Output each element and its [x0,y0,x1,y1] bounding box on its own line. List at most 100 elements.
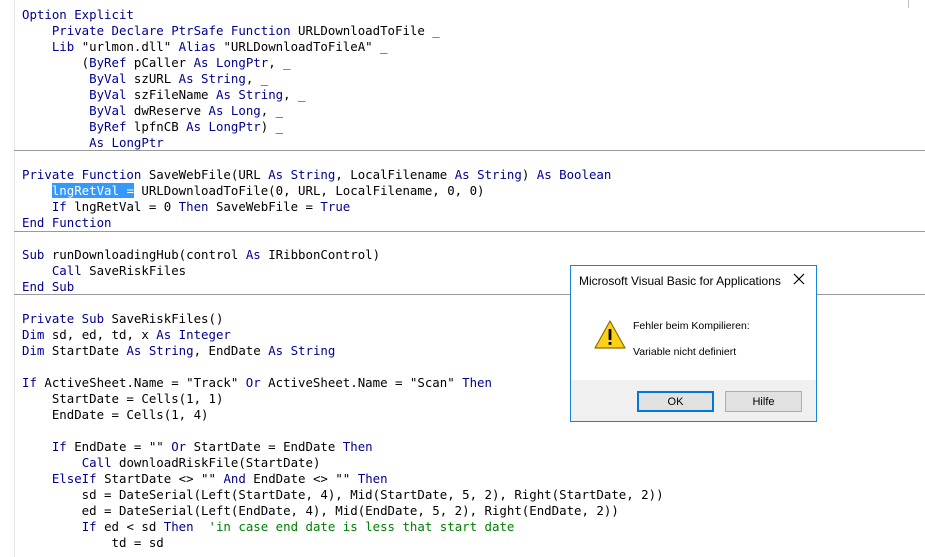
code-token: SaveRiskFiles [81,263,187,278]
code-keyword: ElseIf [51,471,97,486]
code-keyword: ByRef [89,55,127,70]
code-line[interactable]: If EndDate = "" Or StartDate = EndDate T… [22,439,373,455]
dialog-titlebar[interactable]: Microsoft Visual Basic for Applications [571,266,816,296]
code-token: ActiveSheet.Name = "Track" [36,375,246,390]
code-keyword: True [320,199,351,214]
code-line[interactable]: Private Function SaveWebFile(URL As Stri… [22,167,611,183]
error-heading: Fehler beim Kompilieren: [633,320,750,332]
code-line[interactable]: StartDate = Cells(1, 1) [22,391,224,407]
code-token: , _ [260,103,284,118]
code-token: EndDate = "" [66,439,172,454]
code-keyword: As Boolean [536,167,612,182]
code-line[interactable]: lngRetVal = URLDownloadToFile(0, URL, Lo… [22,183,485,199]
code-token: StartDate = EndDate [186,439,343,454]
code-token: ed = DateSerial(Left(EndDate, 4), Mid(En… [22,503,619,518]
code-keyword: Dim [22,327,45,342]
code-line[interactable]: If ActiveSheet.Name = "Track" Or ActiveS… [22,375,492,391]
code-token: StartDate <> "" [96,471,224,486]
code-keyword: Private Declare PtrSafe Function [51,23,291,38]
code-line[interactable]: Sub runDownloadingHub(control As IRibbon… [22,247,380,263]
code-token: runDownloadingHub(control [44,247,246,262]
code-line[interactable]: Lib "urlmon.dll" Alias "URLDownloadToFil… [22,39,388,55]
code-token: EndDate <> "" [245,471,358,486]
code-line[interactable]: End Sub [22,279,74,295]
code-keyword: As LongPtr [89,135,164,150]
code-keyword: ByRef [89,119,127,134]
code-token: "urlmon.dll" [74,39,179,54]
code-token: szURL [126,71,179,86]
error-dialog: Microsoft Visual Basic for Applications … [570,265,817,422]
code-token: ( [22,55,90,70]
code-line[interactable]: ByVal dwReserve As Long, _ [22,103,283,119]
code-keyword: Call [81,455,112,470]
code-line[interactable]: Private Sub SaveRiskFiles() [22,311,223,327]
warning-icon [593,319,627,353]
code-token: , LocalFilename [335,167,455,182]
error-message: Variable nicht definiert [633,346,737,358]
code-line[interactable]: td = sd [22,535,164,551]
code-line[interactable]: Private Declare PtrSafe Function URLDown… [22,23,440,39]
code-token: ed < sd [96,519,164,534]
code-keyword: If [51,439,67,454]
code-token: SaveRiskFiles() [104,311,224,326]
code-keyword: ByVal [89,103,127,118]
code-keyword: As String [268,167,336,182]
margin-indicator-bar[interactable] [0,0,15,557]
code-line[interactable]: ByVal szFileName As String, _ [22,87,305,103]
code-keyword: Option Explicit [22,7,134,22]
code-keyword: Or [171,439,187,454]
code-keyword: As String [215,87,284,102]
code-line[interactable]: Option Explicit [22,7,134,23]
code-keyword: Then [163,519,194,534]
code-keyword: As [245,247,261,262]
code-keyword: LongPtr [215,55,269,70]
code-line[interactable]: ByRef lpfnCB As LongPtr) _ [22,119,283,135]
code-line[interactable]: ed = DateSerial(Left(EndDate, 4), Mid(En… [22,503,619,519]
code-keyword: As Integer [156,327,231,342]
code-token: "URLDownloadToFileA" _ [215,39,388,54]
ok-button[interactable]: OK [637,391,714,412]
code-keyword: ByVal [89,71,127,86]
code-token: IRibbonControl) [260,247,381,262]
code-line[interactable]: Call SaveRiskFiles [22,263,186,279]
code-line[interactable]: Dim sd, ed, td, x As Integer [22,327,231,343]
code-keyword: ByVal [89,87,127,102]
help-button[interactable]: Hilfe [725,391,802,412]
code-keyword: Alias [178,39,216,54]
code-line[interactable]: ByVal szURL As String, _ [22,71,268,87]
code-line[interactable]: (ByRef pCaller As LongPtr, _ [22,55,291,71]
code-line[interactable]: End Function [22,215,112,231]
close-button[interactable] [788,271,810,291]
code-keyword: As String [268,343,336,358]
code-line[interactable]: EndDate = Cells(1, 4) [22,407,209,423]
code-line[interactable]: Dim StartDate As String, EndDate As Stri… [22,343,335,359]
code-keyword: End Function [22,215,112,230]
code-token: pCaller [126,55,194,70]
code-keyword: Then [178,199,209,214]
code-line[interactable]: Call downloadRiskFile(StartDate) [22,455,321,471]
code-token: EndDate = Cells(1, 4) [22,407,209,422]
code-line[interactable]: If ed < sd Then 'in case end date is les… [22,519,515,535]
dialog-button-bar: OK Hilfe [571,380,816,421]
code-line[interactable]: ElseIf StartDate <> "" And EndDate <> ""… [22,471,388,487]
code-token: , _ [268,55,291,70]
code-line[interactable]: If lngRetVal = 0 Then SaveWebFile = True [22,199,350,215]
code-token: sd, ed, td, x [44,327,157,342]
code-line[interactable]: As LongPtr [22,135,164,151]
code-keyword: As Long [208,103,261,118]
code-keyword: As [193,55,209,70]
code-keyword: Sub [22,247,45,262]
code-line[interactable]: sd = DateSerial(Left(StartDate, 4), Mid(… [22,487,664,503]
